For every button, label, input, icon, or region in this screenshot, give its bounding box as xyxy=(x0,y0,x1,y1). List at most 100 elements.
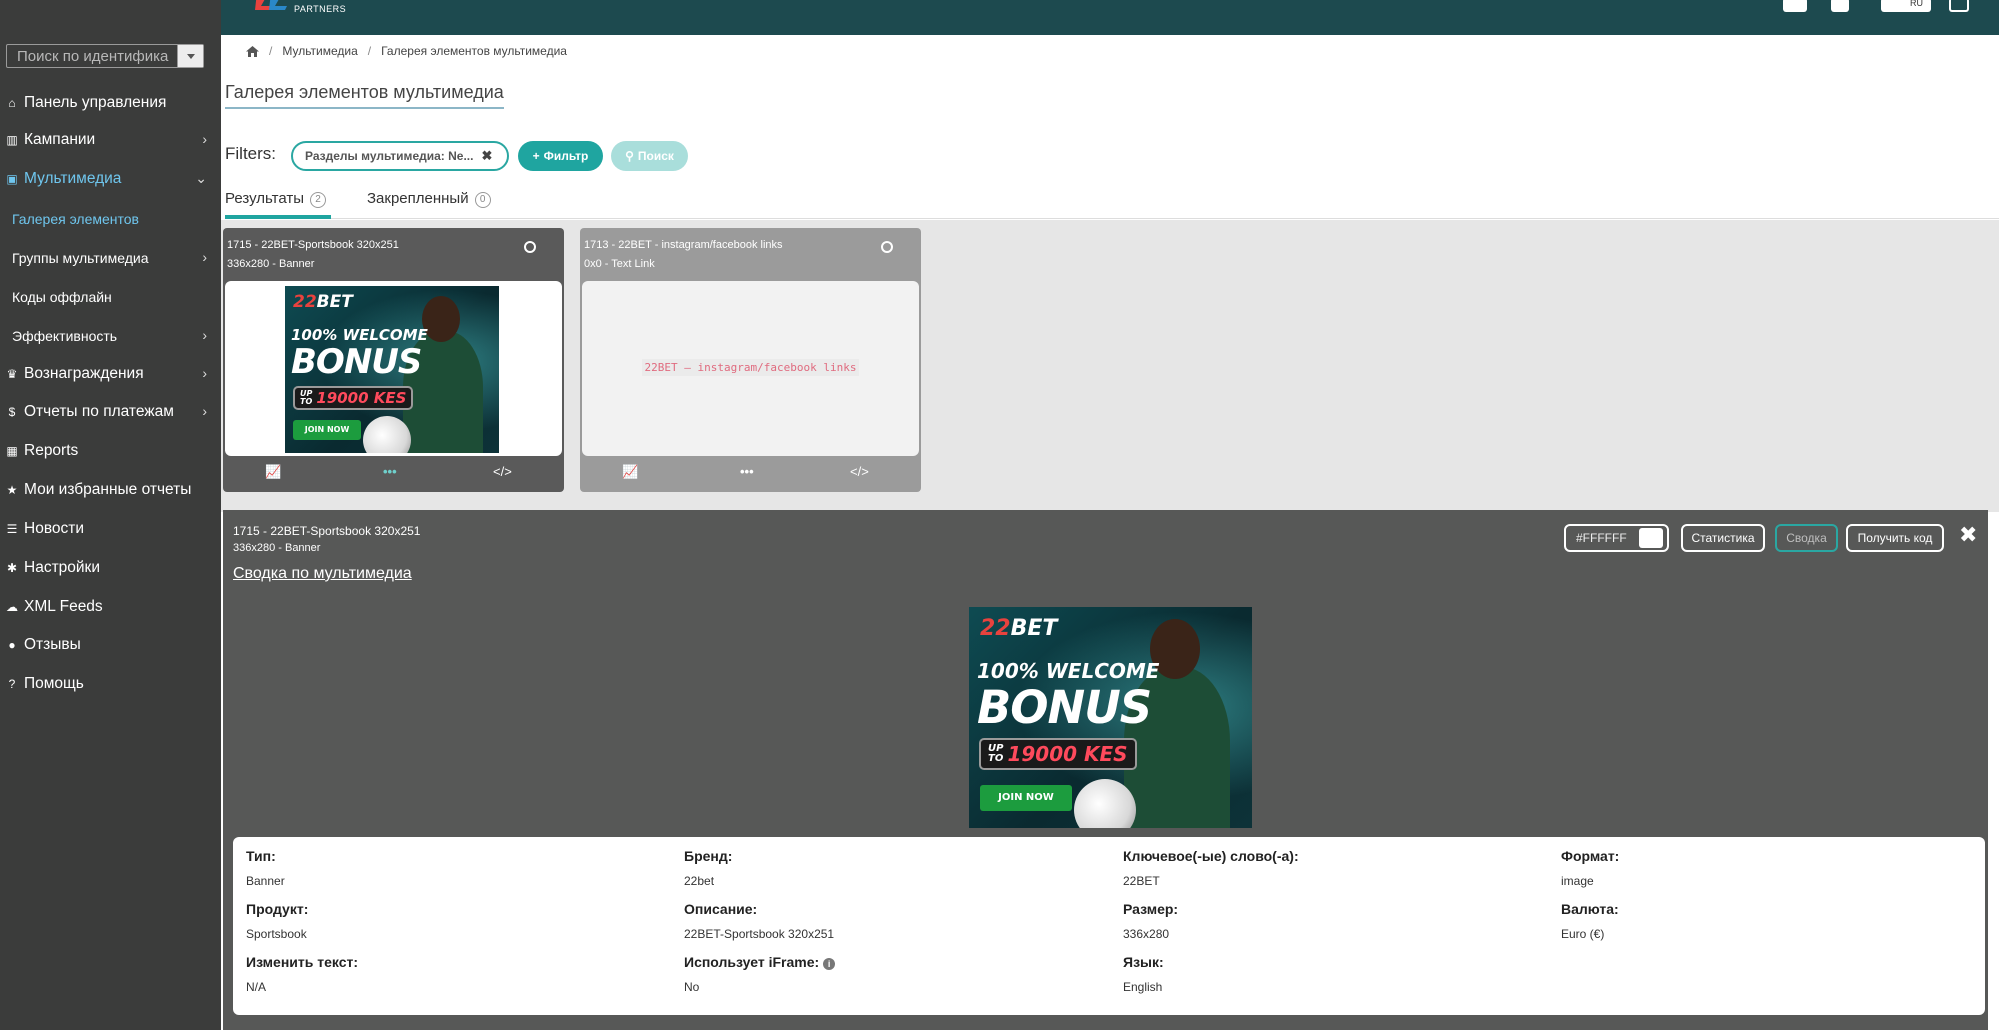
sidebar-item-label: Отчеты по платежам xyxy=(24,403,174,420)
info-keywords: Ключевое(-ые) слово(-а): 22BET xyxy=(1123,848,1299,888)
add-filter-button[interactable]: + Фильтр xyxy=(518,141,603,171)
trophy-icon: ♛ xyxy=(6,367,18,381)
sidebar-item-label: Reports xyxy=(24,442,79,459)
sidebar-item-label: Отзывы xyxy=(24,636,81,653)
chevron-down-icon: ⌄ xyxy=(195,170,207,186)
page-title: Галерея элементов мультимедиа xyxy=(225,82,504,109)
banner-amount: UP TO 19000 KES xyxy=(293,386,414,410)
sidebar-item-news[interactable]: ☰ Новости xyxy=(0,511,221,547)
breadcrumb: / Мультимедиа / Галерея элементов мульти… xyxy=(246,44,567,58)
info-brand: Бренд: 22bet xyxy=(684,848,733,888)
banner-headline: 100% WELCOME xyxy=(977,659,1160,683)
select-radio[interactable] xyxy=(524,241,536,253)
chevron-right-icon: › xyxy=(202,403,207,419)
media-card-actions: 📈 ••• </> xyxy=(580,464,921,488)
chevron-right-icon: › xyxy=(202,365,207,381)
sidebar-item-dashboard[interactable]: ⌂ Панель управления xyxy=(0,85,221,121)
sidebar-item-performance[interactable]: Эффективность › xyxy=(0,318,221,354)
sidebar-item-feedback[interactable]: ● Отзывы xyxy=(0,627,221,663)
cloud-icon: ☁ xyxy=(6,600,18,614)
sidebar-item-favorite-reports[interactable]: ★ Мои избранные отчеты xyxy=(0,472,221,508)
sidebar-item-rewards[interactable]: ♛ Вознаграждения › xyxy=(0,356,221,392)
sidebar-item-label: Вознаграждения xyxy=(24,365,144,382)
stats-icon[interactable]: 📈 xyxy=(622,464,638,480)
summary-button[interactable]: Сводка xyxy=(1775,524,1838,552)
sidebar-item-label: Коды оффлайн xyxy=(12,289,112,305)
star-icon: ★ xyxy=(6,483,18,497)
color-swatch[interactable] xyxy=(1639,528,1663,548)
brand-logo[interactable] xyxy=(255,0,289,12)
info-language: Язык: English xyxy=(1123,954,1164,994)
more-icon[interactable]: ••• xyxy=(740,464,754,479)
sidebar-item-multimedia[interactable]: ▣ Мультимедиа ⌄ xyxy=(0,161,221,197)
media-summary-link[interactable]: Сводка по мультимедиа xyxy=(233,565,412,583)
join-now-button: JOIN NOW xyxy=(980,785,1072,811)
stats-icon[interactable]: 📈 xyxy=(265,464,281,480)
filter-chip[interactable]: Разделы мультимедиа: Ne... ✖ xyxy=(291,141,509,171)
table-icon: ▦ xyxy=(6,444,18,458)
info-product: Продукт: Sportsbook xyxy=(246,901,309,941)
sidebar-item-gallery[interactable]: Галерея элементов xyxy=(0,201,221,237)
media-detail-panel: 1715 - 22BET-Sportsbook 320x251 336x280 … xyxy=(223,510,1988,1030)
banner-logo: 22BET xyxy=(293,292,353,312)
user-icon[interactable] xyxy=(1831,0,1849,12)
top-bar: PARTNERS RU xyxy=(221,0,1999,35)
detail-title: 1715 - 22BET-Sportsbook 320x251 xyxy=(233,524,421,538)
image-icon: ▣ xyxy=(6,172,18,186)
select-radio[interactable] xyxy=(881,241,893,253)
sidebar-item-settings[interactable]: ✱ Настройки xyxy=(0,550,221,586)
info-icon[interactable]: i xyxy=(823,958,836,970)
sidebar-item-label: XML Feeds xyxy=(24,598,103,615)
close-icon[interactable]: ✖ xyxy=(1959,522,1977,548)
search-button[interactable]: ⚲ Поиск xyxy=(611,141,688,171)
sidebar-item-label: Галерея элементов xyxy=(12,211,139,227)
add-filter-label: Фильтр xyxy=(543,149,589,163)
mail-icon[interactable] xyxy=(1783,0,1807,12)
plus-icon: + xyxy=(532,149,540,163)
close-icon[interactable]: ✖ xyxy=(481,148,492,164)
media-card-preview[interactable]: 22BET 100% WELCOME BONUS UP TO 19000 KES J… xyxy=(225,281,562,456)
media-card-subtitle: 0x0 - Text Link xyxy=(584,258,655,270)
breadcrumb-item-multimedia[interactable]: Мультимедиа xyxy=(282,44,357,58)
code-icon[interactable]: </> xyxy=(493,464,512,479)
chevron-right-icon: › xyxy=(202,327,207,343)
get-code-button[interactable]: Получить код xyxy=(1846,524,1944,552)
logout-icon[interactable] xyxy=(1949,0,1969,12)
sidebar-item-media-groups[interactable]: Группы мультимедиа › xyxy=(0,240,221,276)
join-now-button: JOIN NOW xyxy=(293,420,361,440)
media-card[interactable]: 1713 - 22BET - instagram/facebook links … xyxy=(580,228,921,492)
home-icon: ⌂ xyxy=(8,96,16,110)
tab-label: Закрепленный xyxy=(367,190,469,207)
sidebar-item-xml-feeds[interactable]: ☁ XML Feeds xyxy=(0,589,221,625)
id-search-input[interactable] xyxy=(7,45,177,67)
comment-icon: ● xyxy=(8,638,16,652)
background-color-picker[interactable]: #FFFFFF xyxy=(1564,524,1669,552)
caret-down-icon xyxy=(186,53,195,59)
tab-pinned[interactable]: Закрепленный 0 xyxy=(367,188,491,219)
search-dropdown-button[interactable] xyxy=(177,45,203,67)
banner-logo: 22BET xyxy=(980,616,1058,641)
sidebar-item-help[interactable]: ? Помощь xyxy=(0,666,221,702)
media-card-preview[interactable]: 22BET – instagram/facebook links xyxy=(582,281,919,456)
language-selector[interactable]: RU xyxy=(1881,0,1931,12)
breadcrumb-separator: / xyxy=(269,44,273,58)
sidebar-item-reports[interactable]: ▦ Reports xyxy=(0,433,221,469)
sidebar-item-offline-codes[interactable]: Коды оффлайн xyxy=(0,279,221,315)
breadcrumb-separator: / xyxy=(367,44,372,58)
chevron-right-icon: › xyxy=(202,131,207,147)
sidebar-item-payment-reports[interactable]: $ Отчеты по платежам › xyxy=(0,394,221,430)
sidebar-item-campaigns[interactable]: ▥ Кампании › xyxy=(0,122,221,158)
media-card[interactable]: 1715 - 22BET-Sportsbook 320x251 336x280 … xyxy=(223,228,564,492)
sidebar-item-label: Настройки xyxy=(24,559,101,576)
tab-results[interactable]: Результаты 2 xyxy=(225,188,331,219)
gear-icon: ✱ xyxy=(6,561,18,575)
banner-amount: UP TO 19000 KES xyxy=(979,738,1137,770)
sidebar-item-label: Мультимедиа xyxy=(24,170,122,187)
more-icon[interactable]: ••• xyxy=(383,464,397,479)
code-icon[interactable]: </> xyxy=(850,464,869,479)
media-gallery: 1715 - 22BET-Sportsbook 320x251 336x280 … xyxy=(221,220,1999,512)
search-icon: ⚲ xyxy=(625,149,634,163)
home-icon[interactable] xyxy=(246,45,259,57)
statistics-button[interactable]: Статистика xyxy=(1681,524,1765,552)
bar-chart-icon: ▥ xyxy=(6,133,18,147)
